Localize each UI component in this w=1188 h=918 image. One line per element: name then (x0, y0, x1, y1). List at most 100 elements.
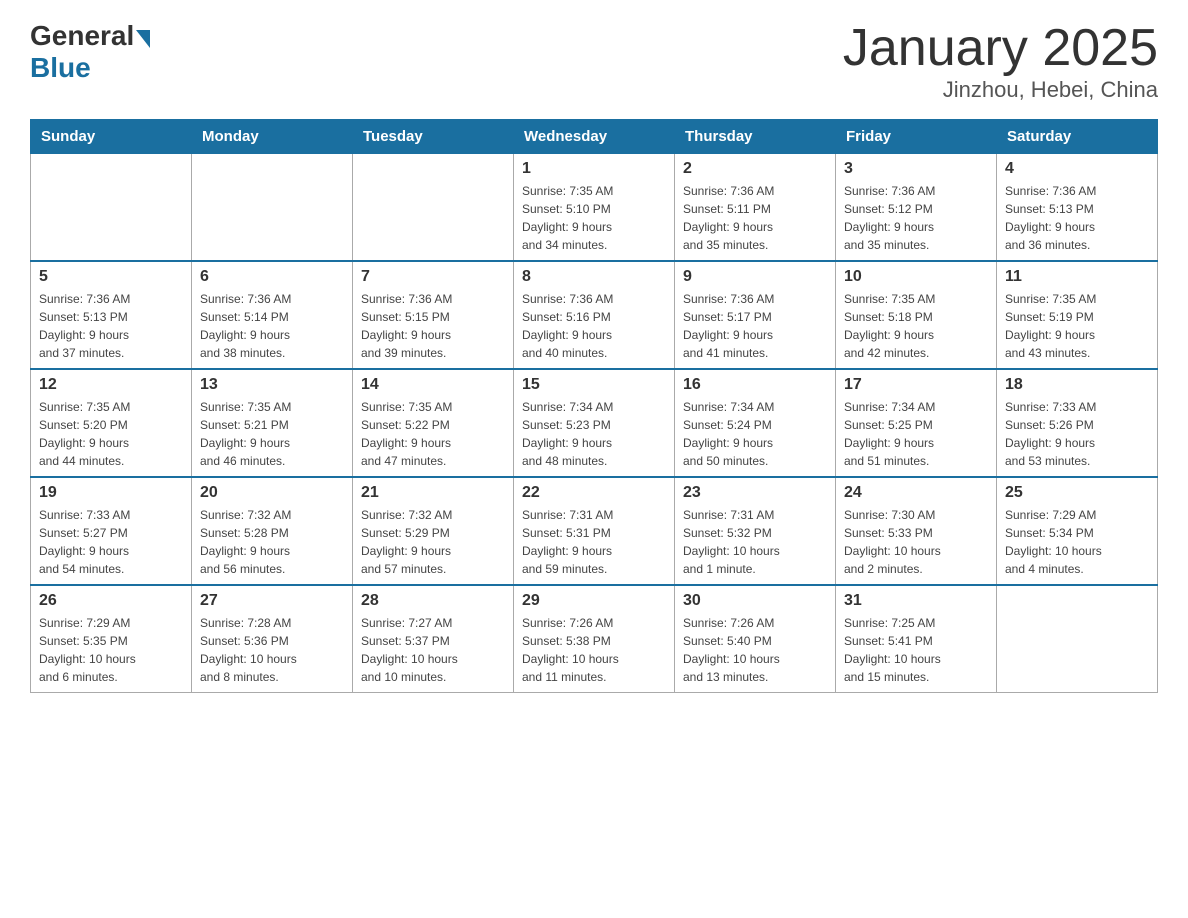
day-number: 6 (200, 268, 344, 286)
day-number: 8 (522, 268, 666, 286)
day-info: Sunrise: 7:36 AMSunset: 5:16 PMDaylight:… (522, 290, 666, 362)
calendar-day-cell: 30 Sunrise: 7:26 AMSunset: 5:40 PMDayligh… (675, 585, 836, 693)
calendar-day-cell: 16 Sunrise: 7:34 AMSunset: 5:24 PMDayligh… (675, 369, 836, 477)
logo: General Blue (30, 20, 150, 84)
calendar-day-cell: 24 Sunrise: 7:30 AMSunset: 5:33 PMDayligh… (836, 477, 997, 585)
calendar-day-cell: 18 Sunrise: 7:33 AMSunset: 5:26 PMDayligh… (997, 369, 1158, 477)
day-number: 27 (200, 592, 344, 610)
logo-blue-text: Blue (30, 52, 91, 84)
day-number: 21 (361, 484, 505, 502)
title-block: January 2025 Jinzhou, Hebei, China (843, 20, 1158, 103)
day-number: 29 (522, 592, 666, 610)
calendar-day-cell: 23 Sunrise: 7:31 AMSunset: 5:32 PMDayligh… (675, 477, 836, 585)
calendar-day-cell: 1 Sunrise: 7:35 AMSunset: 5:10 PMDaylight… (514, 154, 675, 262)
day-info: Sunrise: 7:26 AMSunset: 5:38 PMDaylight:… (522, 614, 666, 686)
calendar-day-cell: 31 Sunrise: 7:25 AMSunset: 5:41 PMDayligh… (836, 585, 997, 693)
day-info: Sunrise: 7:36 AMSunset: 5:13 PMDaylight:… (1005, 182, 1149, 254)
day-number: 1 (522, 160, 666, 178)
calendar-day-cell: 8 Sunrise: 7:36 AMSunset: 5:16 PMDaylight… (514, 261, 675, 369)
day-number: 9 (683, 268, 827, 286)
calendar-table: SundayMondayTuesdayWednesdayThursdayFrid… (30, 119, 1158, 693)
day-info: Sunrise: 7:34 AMSunset: 5:24 PMDaylight:… (683, 398, 827, 470)
calendar-week-row: 5 Sunrise: 7:36 AMSunset: 5:13 PMDaylight… (31, 261, 1158, 369)
day-info: Sunrise: 7:32 AMSunset: 5:28 PMDaylight:… (200, 506, 344, 578)
day-info: Sunrise: 7:29 AMSunset: 5:35 PMDaylight:… (39, 614, 183, 686)
day-number: 24 (844, 484, 988, 502)
day-of-week-header: Sunday (31, 120, 192, 154)
day-of-week-header: Tuesday (353, 120, 514, 154)
day-number: 22 (522, 484, 666, 502)
calendar-day-cell: 25Sunrise: 7:29 AMSunset: 5:34 PMDayligh… (997, 477, 1158, 585)
month-title: January 2025 (843, 20, 1158, 77)
calendar-day-cell: 9 Sunrise: 7:36 AMSunset: 5:17 PMDaylight… (675, 261, 836, 369)
calendar-day-cell: 13 Sunrise: 7:35 AMSunset: 5:21 PMDayligh… (192, 369, 353, 477)
day-number: 12 (39, 376, 183, 394)
day-info: Sunrise: 7:32 AMSunset: 5:29 PMDaylight:… (361, 506, 505, 578)
day-info: Sunrise: 7:36 AMSunset: 5:11 PMDaylight:… (683, 182, 827, 254)
day-of-week-header: Monday (192, 120, 353, 154)
day-info: Sunrise: 7:36 AMSunset: 5:17 PMDaylight:… (683, 290, 827, 362)
calendar-day-cell: 4Sunrise: 7:36 AMSunset: 5:13 PMDaylight… (997, 154, 1158, 262)
calendar-day-cell: 22 Sunrise: 7:31 AMSunset: 5:31 PMDayligh… (514, 477, 675, 585)
day-info: Sunrise: 7:35 AMSunset: 5:10 PMDaylight:… (522, 182, 666, 254)
day-of-week-header: Saturday (997, 120, 1158, 154)
day-info: Sunrise: 7:31 AMSunset: 5:32 PMDaylight:… (683, 506, 827, 578)
day-info: Sunrise: 7:36 AMSunset: 5:12 PMDaylight:… (844, 182, 988, 254)
calendar-header-row: SundayMondayTuesdayWednesdayThursdayFrid… (31, 120, 1158, 154)
calendar-day-cell: 26 Sunrise: 7:29 AMSunset: 5:35 PMDayligh… (31, 585, 192, 693)
location-subtitle: Jinzhou, Hebei, China (843, 77, 1158, 103)
day-number: 18 (1005, 376, 1149, 394)
day-number: 3 (844, 160, 988, 178)
logo-arrow-icon (136, 30, 150, 48)
calendar-week-row: 12Sunrise: 7:35 AMSunset: 5:20 PMDayligh… (31, 369, 1158, 477)
day-info: Sunrise: 7:28 AMSunset: 5:36 PMDaylight:… (200, 614, 344, 686)
day-number: 2 (683, 160, 827, 178)
day-info: Sunrise: 7:33 AMSunset: 5:27 PMDaylight:… (39, 506, 183, 578)
calendar-day-cell: 15Sunrise: 7:34 AMSunset: 5:23 PMDayligh… (514, 369, 675, 477)
day-info: Sunrise: 7:36 AMSunset: 5:13 PMDaylight:… (39, 290, 183, 362)
calendar-day-cell: 7 Sunrise: 7:36 AMSunset: 5:15 PMDaylight… (353, 261, 514, 369)
day-of-week-header: Thursday (675, 120, 836, 154)
calendar-day-cell: 28Sunrise: 7:27 AMSunset: 5:37 PMDayligh… (353, 585, 514, 693)
day-number: 17 (844, 376, 988, 394)
calendar-week-row: 19 Sunrise: 7:33 AMSunset: 5:27 PMDayligh… (31, 477, 1158, 585)
calendar-day-cell: 6 Sunrise: 7:36 AMSunset: 5:14 PMDaylight… (192, 261, 353, 369)
day-info: Sunrise: 7:36 AMSunset: 5:15 PMDaylight:… (361, 290, 505, 362)
day-number: 26 (39, 592, 183, 610)
calendar-week-row: 26 Sunrise: 7:29 AMSunset: 5:35 PMDayligh… (31, 585, 1158, 693)
day-number: 20 (200, 484, 344, 502)
day-info: Sunrise: 7:34 AMSunset: 5:25 PMDaylight:… (844, 398, 988, 470)
day-info: Sunrise: 7:31 AMSunset: 5:31 PMDaylight:… (522, 506, 666, 578)
day-number: 23 (683, 484, 827, 502)
day-info: Sunrise: 7:33 AMSunset: 5:26 PMDaylight:… (1005, 398, 1149, 470)
day-info: Sunrise: 7:36 AMSunset: 5:14 PMDaylight:… (200, 290, 344, 362)
calendar-day-cell: 12Sunrise: 7:35 AMSunset: 5:20 PMDayligh… (31, 369, 192, 477)
logo-general-text: General (30, 20, 134, 52)
calendar-day-cell (353, 154, 514, 262)
calendar-day-cell: 14Sunrise: 7:35 AMSunset: 5:22 PMDayligh… (353, 369, 514, 477)
day-info: Sunrise: 7:25 AMSunset: 5:41 PMDaylight:… (844, 614, 988, 686)
day-number: 7 (361, 268, 505, 286)
day-number: 16 (683, 376, 827, 394)
day-info: Sunrise: 7:30 AMSunset: 5:33 PMDaylight:… (844, 506, 988, 578)
day-number: 13 (200, 376, 344, 394)
day-number: 14 (361, 376, 505, 394)
calendar-week-row: 1 Sunrise: 7:35 AMSunset: 5:10 PMDaylight… (31, 154, 1158, 262)
calendar-day-cell (997, 585, 1158, 693)
day-info: Sunrise: 7:26 AMSunset: 5:40 PMDaylight:… (683, 614, 827, 686)
day-number: 28 (361, 592, 505, 610)
day-number: 30 (683, 592, 827, 610)
calendar-day-cell: 27 Sunrise: 7:28 AMSunset: 5:36 PMDayligh… (192, 585, 353, 693)
calendar-day-cell: 17 Sunrise: 7:34 AMSunset: 5:25 PMDayligh… (836, 369, 997, 477)
day-info: Sunrise: 7:35 AMSunset: 5:21 PMDaylight:… (200, 398, 344, 470)
calendar-day-cell: 5 Sunrise: 7:36 AMSunset: 5:13 PMDaylight… (31, 261, 192, 369)
calendar-day-cell: 10Sunrise: 7:35 AMSunset: 5:18 PMDayligh… (836, 261, 997, 369)
day-number: 10 (844, 268, 988, 286)
day-number: 5 (39, 268, 183, 286)
day-number: 25 (1005, 484, 1149, 502)
day-number: 31 (844, 592, 988, 610)
calendar-day-cell: 29 Sunrise: 7:26 AMSunset: 5:38 PMDayligh… (514, 585, 675, 693)
day-number: 19 (39, 484, 183, 502)
day-number: 11 (1005, 268, 1149, 286)
calendar-day-cell: 20 Sunrise: 7:32 AMSunset: 5:28 PMDayligh… (192, 477, 353, 585)
